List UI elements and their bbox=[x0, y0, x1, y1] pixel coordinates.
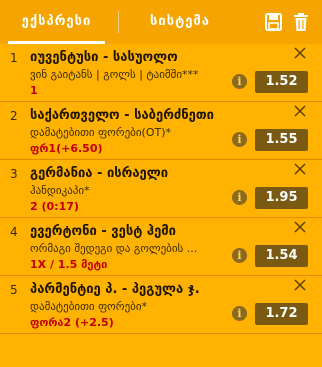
info-icon[interactable]: i bbox=[232, 190, 247, 205]
odds-button[interactable]: 1.55 bbox=[255, 129, 308, 151]
bet-selection: 1 bbox=[30, 84, 38, 97]
bet-item: 5 პარმენტიე პ. - პეგულა ჯ. დამატებითი ფო… bbox=[0, 276, 322, 334]
close-icon[interactable] bbox=[293, 220, 307, 234]
save-icon[interactable] bbox=[262, 12, 284, 32]
odds-button[interactable]: 1.95 bbox=[255, 187, 308, 209]
bet-selection: 1X / 1.5 მეტი bbox=[30, 258, 108, 271]
bet-teams: გერმანია - ისრაელი bbox=[30, 166, 169, 181]
bet-number: 4 bbox=[10, 225, 18, 239]
bet-market: დამატებითი ფორები* bbox=[30, 300, 148, 313]
bet-item-partial bbox=[0, 334, 322, 344]
tab-divider bbox=[118, 11, 119, 33]
info-icon[interactable]: i bbox=[232, 306, 247, 321]
bet-selection: ფრ1(+6.50) bbox=[30, 142, 103, 155]
bet-item: 3 გერმანია - ისრაელი ჰანდიკაპი* 2 (0:17)… bbox=[0, 160, 322, 218]
close-icon[interactable] bbox=[293, 278, 307, 292]
bet-item: 4 ევერტონი - ვესტ ჰემი ორმაგი შედეგი და … bbox=[0, 218, 322, 276]
bet-selection: ფორა2 (+2.5) bbox=[30, 316, 114, 329]
bet-number: 5 bbox=[10, 283, 18, 297]
close-icon[interactable] bbox=[293, 162, 307, 176]
odds-button[interactable]: 1.52 bbox=[255, 71, 308, 93]
trash-icon[interactable] bbox=[290, 12, 312, 32]
bet-list: 1 იუვენტუსი - სასუოლო ვინ გაიტანს | გოლს… bbox=[0, 44, 322, 344]
bet-teams: პარმენტიე პ. - პეგულა ჯ. bbox=[30, 282, 200, 297]
bet-market: ვინ გაიტანს | გოლს | ტაიმში*** bbox=[30, 68, 199, 81]
info-icon[interactable]: i bbox=[232, 132, 247, 147]
bet-teams: ევერტონი - ვესტ ჰემი bbox=[30, 224, 176, 239]
bet-number: 2 bbox=[10, 109, 18, 123]
bet-number: 1 bbox=[10, 51, 18, 65]
bet-market: ჰანდიკაპი* bbox=[30, 184, 90, 197]
odds-button[interactable]: 1.72 bbox=[255, 303, 308, 325]
bet-market: დამატებითი ფორები(OT)* bbox=[30, 126, 171, 139]
close-icon[interactable] bbox=[293, 46, 307, 60]
bet-teams: საქართველო - საბერძნეთი bbox=[30, 108, 214, 123]
odds-button[interactable]: 1.54 bbox=[255, 245, 308, 267]
bet-market: ორმაგი შედეგი და გოლების ... bbox=[30, 242, 198, 255]
tab-system[interactable]: სისტემა bbox=[125, 0, 235, 44]
bet-teams: იუვენტუსი - სასუოლო bbox=[30, 50, 178, 65]
info-icon[interactable]: i bbox=[232, 74, 247, 89]
bet-number: 3 bbox=[10, 167, 18, 181]
close-icon[interactable] bbox=[293, 104, 307, 118]
bet-selection: 2 (0:17) bbox=[30, 200, 79, 213]
tab-express[interactable]: ექსპრესი bbox=[0, 0, 113, 44]
bet-item: 1 იუვენტუსი - სასუოლო ვინ გაიტანს | გოლს… bbox=[0, 44, 322, 102]
bet-item: 2 საქართველო - საბერძნეთი დამატებითი ფორ… bbox=[0, 102, 322, 160]
bet-slip-header: ექსპრესი სისტემა bbox=[0, 0, 322, 44]
info-icon[interactable]: i bbox=[232, 248, 247, 263]
